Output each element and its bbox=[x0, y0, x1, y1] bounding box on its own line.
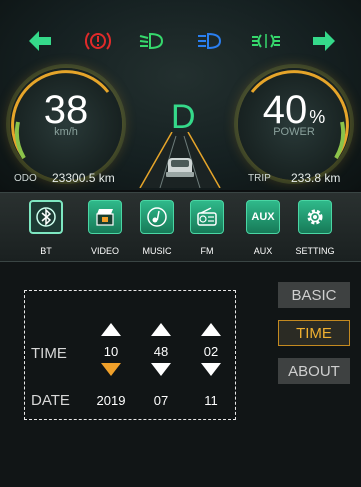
menu-bar: BT VIDEO MUSIC FM AUX AUX SETTING bbox=[0, 192, 361, 262]
triangle-up-icon bbox=[151, 323, 171, 336]
power-gauge: 40% POWER bbox=[238, 68, 350, 180]
basic-button[interactable]: BASIC bbox=[278, 282, 350, 308]
menu-label-video: VIDEO bbox=[90, 246, 119, 256]
time-label: TIME bbox=[31, 345, 67, 362]
radio-icon bbox=[190, 200, 224, 234]
menu-label-setting: SETTING bbox=[295, 246, 335, 256]
triangle-up-icon bbox=[201, 323, 221, 336]
month-value: 07 bbox=[153, 393, 169, 408]
menu-item-aux[interactable]: AUX AUX bbox=[238, 200, 288, 256]
instrument-cluster: 38 km/h 40% POWER D ODO 23300.5 km TRIP … bbox=[0, 0, 361, 190]
high-beam-icon bbox=[196, 28, 224, 54]
low-beam-icon bbox=[138, 28, 166, 54]
time-button[interactable]: TIME bbox=[278, 320, 350, 346]
music-icon bbox=[140, 200, 174, 234]
odo-label: ODO bbox=[14, 173, 37, 184]
bluetooth-icon bbox=[29, 200, 63, 234]
menu-label-bt: BT bbox=[40, 246, 52, 256]
menu-item-setting[interactable]: SETTING bbox=[290, 200, 340, 256]
minute-up-button[interactable] bbox=[141, 323, 181, 336]
video-icon bbox=[88, 200, 122, 234]
triangle-down-icon bbox=[101, 363, 121, 376]
second-value: 02 bbox=[203, 344, 219, 359]
datetime-box: TIME DATE 10 48 02 2019 07 11 bbox=[24, 290, 236, 420]
arrow-right-icon bbox=[312, 28, 336, 54]
day-down-button[interactable] bbox=[191, 363, 231, 376]
power-label: POWER bbox=[273, 126, 315, 138]
second-up-button[interactable] bbox=[191, 323, 231, 336]
menu-label-fm: FM bbox=[200, 246, 214, 256]
triangle-up-icon bbox=[101, 323, 121, 336]
year-down-button[interactable] bbox=[91, 363, 131, 376]
aux-icon: AUX bbox=[246, 200, 280, 234]
menu-label-aux: AUX bbox=[253, 246, 273, 256]
settings-panel: TIME DATE 10 48 02 2019 07 11 BASIC TIME… bbox=[0, 262, 361, 487]
arrow-left-icon bbox=[28, 28, 52, 54]
menu-item-fm[interactable]: FM bbox=[182, 200, 232, 256]
menu-label-music: MUSIC bbox=[142, 246, 172, 256]
triangle-down-icon bbox=[201, 363, 221, 376]
trip-value: 233.8 km bbox=[291, 171, 341, 185]
aux-icon-text: AUX bbox=[251, 211, 275, 223]
day-value: 11 bbox=[204, 393, 218, 408]
triangle-down-icon bbox=[151, 363, 171, 376]
trip-label: TRIP bbox=[248, 173, 271, 184]
minute-value: 48 bbox=[153, 344, 169, 359]
month-down-button[interactable] bbox=[141, 363, 181, 376]
year-value: 2019 bbox=[96, 393, 126, 408]
fog-light-icon bbox=[250, 28, 282, 54]
gear-icon bbox=[298, 200, 332, 234]
speed-unit: km/h bbox=[54, 126, 78, 138]
menu-item-video[interactable]: VIDEO bbox=[80, 200, 130, 256]
speed-gauge: 38 km/h bbox=[10, 68, 122, 180]
hour-up-button[interactable] bbox=[91, 323, 131, 336]
power-percent: % bbox=[309, 107, 326, 127]
hour-value: 10 bbox=[103, 344, 119, 359]
about-button[interactable]: ABOUT bbox=[278, 358, 350, 384]
menu-item-bt[interactable]: BT bbox=[21, 200, 71, 256]
date-label: DATE bbox=[31, 392, 70, 409]
odo-value: 23300.5 km bbox=[52, 171, 115, 185]
road-car-icon bbox=[139, 132, 221, 188]
brake-warning-icon bbox=[84, 28, 112, 54]
menu-item-music[interactable]: MUSIC bbox=[132, 200, 182, 256]
